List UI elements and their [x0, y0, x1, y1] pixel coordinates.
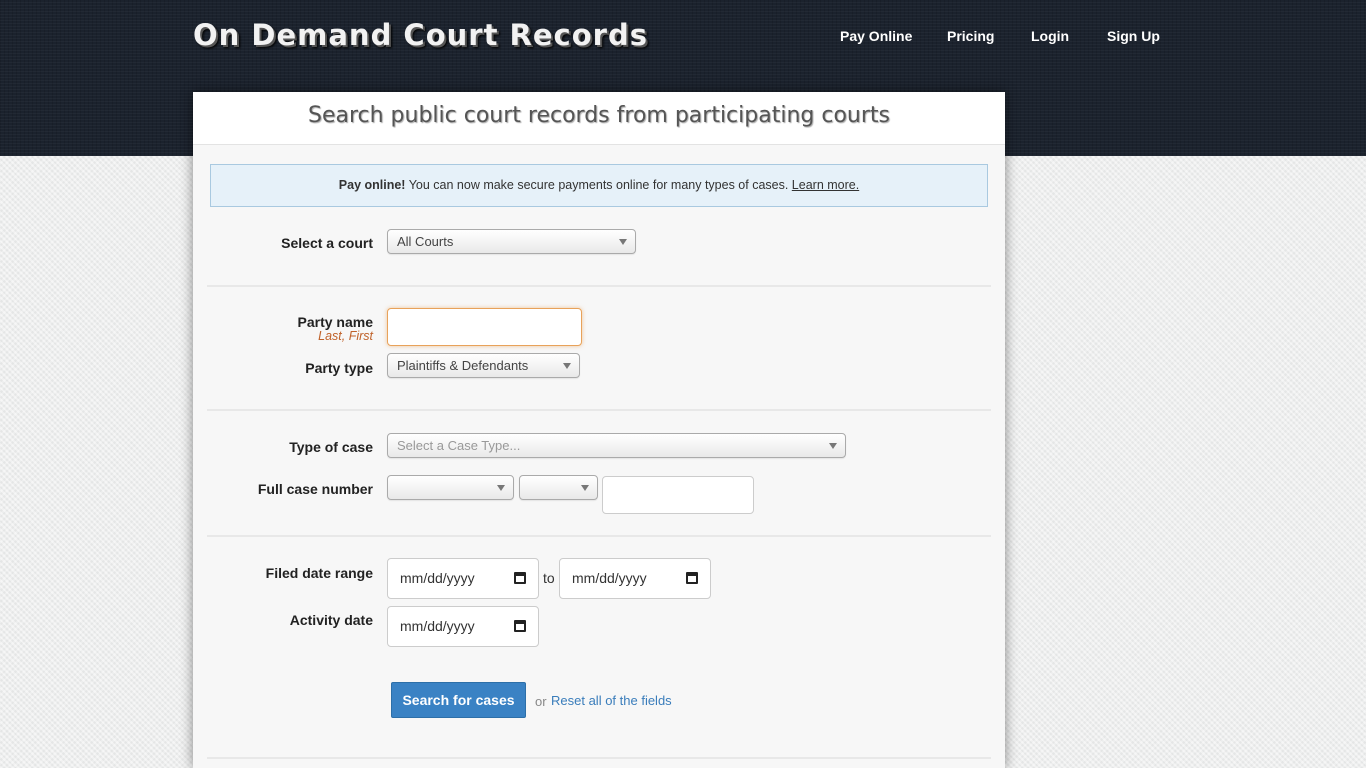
filed-date-label: Filed date range: [265, 565, 373, 581]
chevron-down-icon: [619, 239, 627, 245]
reset-fields-link[interactable]: Reset all of the fields: [551, 693, 672, 708]
pay-online-alert: Pay online! You can now make secure paym…: [210, 164, 988, 207]
filed-date-to-placeholder: mm/dd/yyyy: [572, 570, 647, 586]
court-label: Select a court: [281, 235, 373, 251]
filed-date-from-placeholder: mm/dd/yyyy: [400, 570, 475, 586]
party-name-hint: Last, First: [318, 329, 373, 343]
search-panel: Search public court records from partici…: [193, 92, 1005, 768]
party-name-input[interactable]: [387, 308, 582, 346]
case-number-input[interactable]: [602, 476, 754, 514]
nav-pricing[interactable]: Pricing: [947, 28, 994, 44]
case-number-label: Full case number: [257, 481, 373, 497]
divider: [207, 535, 991, 537]
calendar-icon[interactable]: [514, 620, 526, 632]
chevron-down-icon: [829, 443, 837, 449]
site-logo[interactable]: On Demand Court Records: [193, 18, 648, 52]
calendar-icon[interactable]: [686, 572, 698, 584]
chevron-down-icon: [581, 485, 589, 491]
party-type-label: Party type: [305, 360, 373, 376]
party-type-select[interactable]: Plaintiffs & Defendants: [387, 353, 580, 378]
nav-pay-online[interactable]: Pay Online: [840, 28, 912, 44]
filed-date-to-input[interactable]: mm/dd/yyyy: [559, 558, 711, 599]
divider: [207, 757, 991, 759]
case-type-placeholder: Select a Case Type...: [397, 438, 521, 453]
calendar-icon[interactable]: [514, 572, 526, 584]
party-type-select-value: Plaintiffs & Defendants: [397, 358, 529, 373]
chevron-down-icon: [497, 485, 505, 491]
nav-login[interactable]: Login: [1031, 28, 1069, 44]
filed-date-from-input[interactable]: mm/dd/yyyy: [387, 558, 539, 599]
panel-title: Search public court records from partici…: [193, 92, 1005, 145]
nav-sign-up[interactable]: Sign Up: [1107, 28, 1160, 44]
activity-date-label: Activity date: [289, 612, 373, 628]
divider: [207, 409, 991, 411]
date-range-separator: to: [543, 570, 555, 586]
party-name-label: Party name: [297, 314, 373, 330]
alert-strong: Pay online!: [338, 178, 406, 192]
court-select[interactable]: All Courts: [387, 229, 636, 254]
alert-text: You can now make secure payments online …: [405, 178, 792, 192]
chevron-down-icon: [563, 363, 571, 369]
case-number-part2-select[interactable]: [519, 475, 598, 500]
search-button[interactable]: Search for cases: [391, 682, 526, 718]
activity-date-placeholder: mm/dd/yyyy: [400, 618, 475, 634]
case-number-part1-select[interactable]: [387, 475, 514, 500]
case-type-select[interactable]: Select a Case Type...: [387, 433, 846, 458]
court-select-value: All Courts: [397, 234, 454, 249]
case-type-label: Type of case: [289, 439, 373, 455]
activity-date-input[interactable]: mm/dd/yyyy: [387, 606, 539, 647]
divider: [207, 285, 991, 287]
learn-more-link[interactable]: Learn more.: [792, 178, 859, 192]
or-text: or: [535, 694, 547, 709]
